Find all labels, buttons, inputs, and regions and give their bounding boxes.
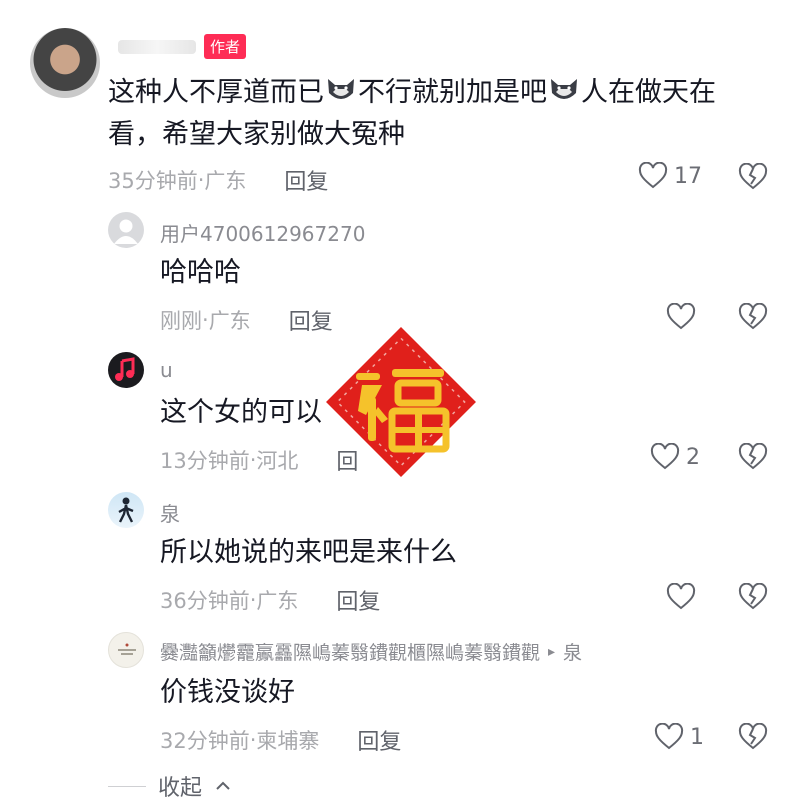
name-row: 作者: [118, 34, 247, 59]
collapse-label: 收起: [158, 776, 203, 801]
reply-to-username[interactable]: 泉: [563, 638, 582, 665]
like-count: 1: [690, 724, 704, 750]
person-silhouette-icon: [118, 497, 134, 523]
like-count: 2: [686, 444, 700, 470]
reply-button[interactable]: 回复: [336, 584, 380, 616]
heart-outline-icon: [666, 303, 696, 330]
divider: [108, 785, 146, 787]
like-button[interactable]: [666, 303, 702, 331]
heart-outline-icon: [650, 443, 680, 470]
heart-outline-icon: [638, 162, 668, 189]
location: 广东: [208, 309, 251, 333]
avatar[interactable]: [108, 212, 144, 248]
broken-heart-icon[interactable]: [738, 303, 768, 331]
author-badge: 作者: [204, 34, 247, 59]
comment-meta: 35分钟前 · 广东 回复: [108, 164, 328, 196]
broken-heart-icon[interactable]: [738, 583, 768, 611]
reply-arrow-icon: ▸: [548, 643, 556, 660]
timestamp: 36分钟前: [160, 589, 250, 613]
broken-heart-icon[interactable]: [738, 443, 768, 471]
text-part: 看，希望大家别做大冤种: [108, 119, 405, 150]
timestamp: 13分钟前: [160, 449, 250, 473]
timestamp: 35分钟前: [108, 169, 198, 193]
like-button[interactable]: 17: [638, 162, 702, 190]
separator: ·: [197, 168, 205, 192]
like-button[interactable]: [666, 583, 702, 611]
music-note-icon: [115, 357, 135, 381]
reply-button[interactable]: 回复: [284, 164, 328, 196]
avatar[interactable]: [30, 28, 100, 98]
separator: ·: [202, 308, 209, 332]
avatar[interactable]: [108, 352, 144, 388]
like-button[interactable]: 1: [654, 723, 704, 751]
separator: ·: [249, 588, 257, 612]
comment-meta: 32分钟前 · 柬埔寨 回复: [160, 724, 401, 756]
location: 广东: [256, 589, 299, 613]
separator: ·: [249, 728, 257, 752]
like-count: 17: [674, 163, 702, 189]
avatar[interactable]: [108, 632, 144, 668]
comment-meta: 刚刚 · 广东 回复: [160, 304, 333, 336]
location: 柬埔寨: [256, 729, 320, 753]
name-row: u: [160, 358, 173, 382]
fu-sticker: [326, 327, 476, 477]
comment-text: 哈哈哈: [160, 257, 241, 288]
username[interactable]: u: [160, 358, 173, 382]
text-part: 不行就别加是吧: [358, 77, 547, 108]
name-row: 泉: [160, 498, 180, 527]
name-row: 爨灩籲爩龗鸁靐隰嶋蓁翳鐨觀櫃隰嶋蓁翳鐨觀 ▸ 泉: [160, 638, 582, 665]
avatar[interactable]: [108, 492, 144, 528]
chevron-up-icon: [216, 781, 230, 790]
default-avatar-icon: [114, 219, 138, 244]
comment-text: 这个女的可以: [160, 397, 322, 428]
broken-heart-icon[interactable]: [738, 723, 768, 751]
comment-text: 所以她说的来吧是来什么: [160, 537, 457, 568]
wolf-emoji-icon: [328, 79, 354, 99]
like-button[interactable]: 2: [650, 443, 700, 471]
comment-text: 这种人不厚道而已 不行就别加是吧 人在做天在看，希望大家别做大冤种: [108, 72, 748, 156]
text-part: 这种人不厚道而已: [108, 77, 324, 108]
calligraphy-avatar-icon: [118, 643, 136, 655]
text-part: 人在做天在: [581, 77, 716, 108]
comment-text: 价钱没谈好: [160, 677, 295, 708]
username[interactable]: 爨灩籲爩龗鸁靐隰嶋蓁翳鐨觀櫃隰嶋蓁翳鐨觀: [160, 638, 540, 665]
timestamp: 32分钟前: [160, 729, 250, 753]
timestamp: 刚刚: [160, 309, 202, 333]
comment-meta: 36分钟前 · 广东 回复: [160, 584, 380, 616]
reply-button[interactable]: 回复: [357, 724, 401, 756]
location: 广东: [204, 169, 247, 193]
username[interactable]: 用户4700612967270: [160, 218, 365, 247]
wolf-emoji-icon: [551, 79, 577, 99]
heart-outline-icon: [654, 723, 684, 750]
separator: ·: [249, 448, 257, 472]
broken-heart-icon[interactable]: [738, 163, 768, 191]
collapse-replies-button[interactable]: 收起: [108, 770, 232, 801]
heart-outline-icon: [666, 583, 696, 610]
username[interactable]: 泉: [160, 498, 180, 527]
username-blurred[interactable]: [118, 39, 196, 54]
location: 河北: [256, 449, 299, 473]
name-row: 用户4700612967270: [160, 218, 365, 247]
